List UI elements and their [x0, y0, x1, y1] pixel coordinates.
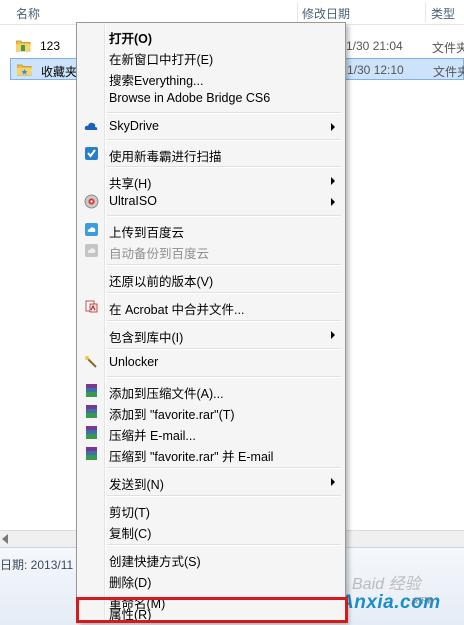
menu-separator: [107, 215, 341, 217]
submenu-arrow-icon: [331, 123, 335, 131]
menu-item-label: UltraISO: [109, 194, 157, 208]
menu-item-label: 使用新毒霸进行扫描: [109, 150, 222, 164]
menu-item-add-to-archive[interactable]: 添加到压缩文件(A)...: [79, 380, 343, 401]
menu-item-label: 打开(O): [109, 32, 153, 46]
menu-item-label: 剪切(T): [109, 506, 150, 520]
menu-item-compress-email[interactable]: 压缩并 E-mail...: [79, 422, 343, 443]
menu-item-include-library[interactable]: 包含到库中(I): [79, 324, 343, 345]
baidu-cloud-icon: [85, 223, 98, 236]
context-menu: 打开(O) 在新窗口中打开(E) 搜索Everything... Browse …: [76, 22, 346, 622]
file-date: 1/30 12:10: [347, 63, 404, 77]
menu-separator: [107, 348, 341, 350]
file-date: 1/30 21:04: [346, 39, 403, 53]
menu-item-label: 发送到(N): [109, 478, 164, 492]
menu-separator: [107, 139, 341, 141]
submenu-arrow-icon: [331, 331, 335, 339]
submenu-arrow-icon: [331, 478, 335, 486]
site-logo-sub: 安下载: [412, 598, 433, 605]
winrar-icon: [86, 405, 97, 418]
menu-item-ultraiso[interactable]: UltraISO: [79, 191, 343, 212]
wand-icon: [85, 356, 97, 368]
menu-separator: [107, 376, 341, 378]
menu-item-send-to[interactable]: 发送到(N): [79, 471, 343, 492]
menu-separator: [107, 264, 341, 266]
menu-item-copy[interactable]: 复制(C): [79, 520, 343, 541]
menu-separator: [107, 544, 341, 546]
menu-item-adobe-bridge[interactable]: Browse in Adobe Bridge CS6: [79, 88, 343, 109]
winrar-icon: [86, 384, 97, 397]
file-name: 123: [40, 39, 61, 53]
menu-separator: [107, 166, 341, 168]
column-header-modified[interactable]: 修改日期: [302, 5, 350, 22]
menu-item-label: 在 Acrobat 中合并文件...: [109, 303, 245, 317]
menu-item-add-to-favorite-rar[interactable]: 添加到 "favorite.rar"(T): [79, 401, 343, 422]
menu-item-upload-baidu[interactable]: 上传到百度云: [79, 219, 343, 240]
submenu-arrow-icon: [331, 177, 335, 185]
menu-item-label: 复制(C): [109, 527, 152, 541]
column-separator[interactable]: [425, 2, 426, 22]
column-separator[interactable]: [297, 2, 298, 22]
column-header-type[interactable]: 类型: [431, 5, 455, 22]
menu-separator: [107, 320, 341, 322]
menu-item-search-everything[interactable]: 搜索Everything...: [79, 67, 343, 88]
menu-item-create-shortcut[interactable]: 创建快捷方式(S): [79, 548, 343, 569]
winrar-icon: [86, 426, 97, 439]
menu-item-open[interactable]: 打开(O): [79, 25, 343, 46]
acrobat-icon: [85, 300, 98, 313]
cloud-icon: [84, 122, 98, 130]
menu-item-label: Unlocker: [109, 355, 159, 369]
menu-item-label: 创建快捷方式(S): [109, 555, 201, 569]
file-name: 收藏夹: [41, 65, 78, 79]
folder-icon: [16, 40, 31, 52]
disc-icon: [84, 194, 99, 209]
menu-separator: [107, 495, 341, 497]
menu-item-label: 包含到库中(I): [109, 331, 184, 345]
menu-item-share[interactable]: 共享(H): [79, 170, 343, 191]
shield-icon: [85, 147, 98, 160]
menu-item-label: 还原以前的版本(V): [109, 275, 214, 289]
folder-icon: [17, 64, 32, 76]
menu-item-label: 搜索Everything...: [109, 74, 204, 88]
submenu-arrow-icon: [331, 198, 335, 206]
menu-item-label: SkyDrive: [109, 119, 160, 133]
menu-item-cut[interactable]: 剪切(T): [79, 499, 343, 520]
menu-item-open-new-window[interactable]: 在新窗口中打开(E): [79, 46, 343, 67]
menu-item-label: 压缩并 E-mail...: [109, 429, 196, 443]
menu-item-skydrive[interactable]: SkyDrive: [79, 116, 343, 137]
menu-item-auto-backup-baidu[interactable]: 自动备份到百度云: [79, 240, 343, 261]
menu-item-delete[interactable]: 删除(D): [79, 569, 343, 590]
scroll-left-arrow-icon[interactable]: [2, 534, 8, 544]
file-type: 文件夹: [432, 41, 464, 55]
menu-separator: [107, 112, 341, 114]
watermark: Baid 经验: [352, 576, 421, 593]
menu-item-label: 删除(D): [109, 576, 152, 590]
menu-item-label: 共享(H): [109, 177, 152, 191]
menu-item-restore-versions[interactable]: 还原以前的版本(V): [79, 268, 343, 289]
menu-item-scan-virus[interactable]: 使用新毒霸进行扫描: [79, 143, 343, 164]
menu-item-acrobat-merge[interactable]: 在 Acrobat 中合并文件...: [79, 296, 343, 317]
details-date: 日期: 2013/11: [0, 558, 74, 572]
menu-item-label: 上传到百度云: [109, 226, 185, 240]
menu-item-label: 在新窗口中打开(E): [109, 53, 214, 67]
file-type: 文件夹: [433, 65, 464, 79]
column-header-name[interactable]: 名称: [16, 5, 40, 22]
menu-item-label: 添加到压缩文件(A)...: [109, 387, 224, 401]
properties-highlight-box: [76, 597, 348, 623]
menu-item-unlocker[interactable]: Unlocker: [79, 352, 343, 373]
baidu-cloud-icon: [85, 244, 98, 257]
menu-separator: [107, 292, 341, 294]
menu-item-label: Browse in Adobe Bridge CS6: [109, 91, 271, 105]
menu-item-label: 自动备份到百度云: [109, 247, 210, 261]
menu-item-label: 添加到 "favorite.rar"(T): [109, 408, 235, 422]
